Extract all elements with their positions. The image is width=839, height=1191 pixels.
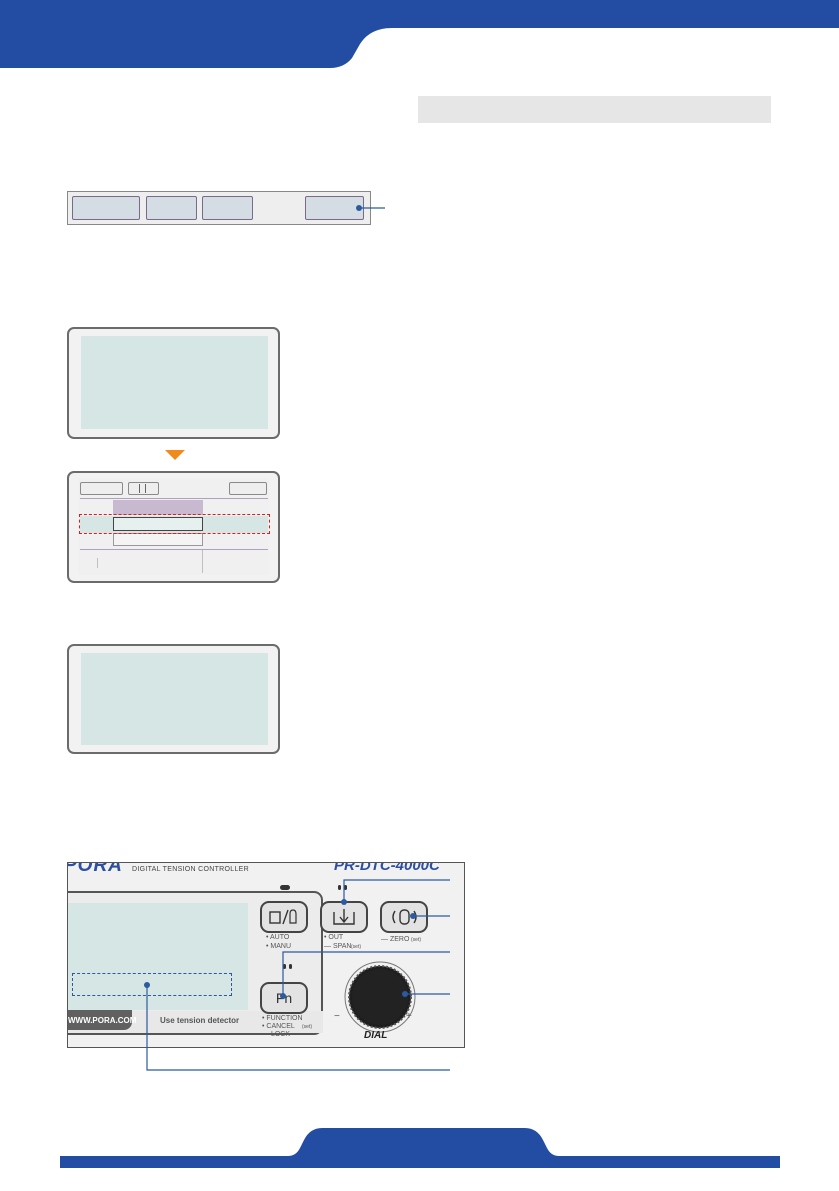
device-callouts: [144, 879, 450, 1071]
footer-band: [60, 1128, 780, 1168]
